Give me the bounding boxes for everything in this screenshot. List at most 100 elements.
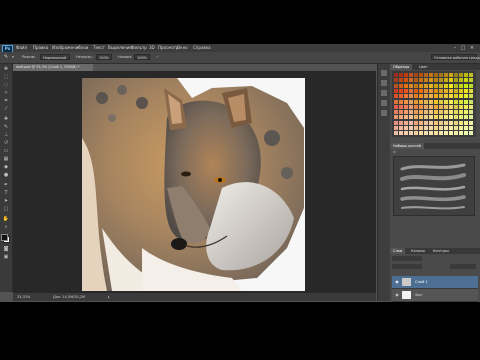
color-swatch[interactable] [439,78,443,83]
color-swatch[interactable] [444,115,448,120]
menu-image[interactable]: Изображение [52,45,81,51]
color-swatch[interactable] [439,120,443,125]
color-swatch[interactable] [404,131,408,136]
color-swatch[interactable] [404,83,408,88]
color-swatch[interactable] [449,120,453,125]
color-swatch[interactable] [459,104,463,109]
color-swatch[interactable] [454,110,458,115]
history-panel-icon[interactable] [381,70,387,76]
workspace-select[interactable]: Основная рабочая среда [431,54,480,60]
character-panel-icon[interactable] [381,100,387,106]
color-swatch[interactable] [464,78,468,83]
color-swatch[interactable] [449,73,453,77]
color-swatch[interactable] [429,110,433,115]
color-swatch[interactable] [439,94,443,99]
foreground-color-swatch[interactable] [1,234,8,241]
tab-brush-presets[interactable]: Наборы кистей [390,143,424,149]
color-swatch[interactable] [414,120,418,125]
color-swatch[interactable] [424,83,428,88]
color-swatch[interactable] [429,131,433,136]
minimize-icon[interactable]: – [452,45,458,51]
color-swatch[interactable] [459,120,463,125]
color-swatch[interactable] [469,83,473,88]
color-swatch[interactable] [469,99,473,104]
color-swatch[interactable] [429,88,433,93]
color-swatch[interactable] [394,73,398,77]
color-swatch[interactable] [409,94,413,99]
color-swatch[interactable] [439,73,443,77]
color-swatch[interactable] [444,104,448,109]
color-swatch[interactable] [454,73,458,77]
color-swatch[interactable] [469,120,473,125]
status-menu-arrow-icon[interactable]: ▸ [108,293,110,301]
color-swatch[interactable] [394,88,398,93]
layer-filter-select[interactable] [392,256,422,261]
color-swatch[interactable] [434,131,438,136]
color-swatch[interactable] [414,115,418,120]
color-swatch[interactable] [414,99,418,104]
color-swatch[interactable] [394,99,398,104]
color-swatch[interactable] [419,99,423,104]
color-swatch[interactable] [419,78,423,83]
color-swatch[interactable] [469,73,473,77]
color-swatch[interactable] [394,78,398,83]
color-swatch[interactable] [469,94,473,99]
color-swatch[interactable] [414,83,418,88]
color-swatch[interactable] [419,94,423,99]
color-swatch[interactable] [419,104,423,109]
color-swatch[interactable] [449,104,453,109]
color-swatch[interactable] [454,126,458,130]
color-swatch[interactable] [399,120,403,125]
color-swatch[interactable] [409,78,413,83]
color-swatch[interactable] [409,115,413,120]
color-swatch[interactable] [429,73,433,77]
color-swatch[interactable] [444,88,448,93]
color-swatch[interactable] [459,131,463,136]
menu-3d[interactable]: 3D [149,45,155,51]
color-swatch[interactable] [464,126,468,130]
blend-mode-select[interactable] [392,264,422,269]
color-swatch[interactable] [404,73,408,77]
color-swatch[interactable] [424,126,428,130]
eye-icon[interactable]: ◉ [394,289,400,301]
color-swatch[interactable] [459,78,463,83]
color-swatch[interactable] [434,120,438,125]
document-tab[interactable]: wolf.psd @ 33,3% (Слой 1, RGB/8) * [13,64,93,71]
color-swatch[interactable] [459,126,463,130]
color-swatch[interactable] [444,110,448,115]
color-swatch[interactable] [404,110,408,115]
color-swatch[interactable] [464,73,468,77]
color-swatch[interactable] [439,115,443,120]
color-swatch[interactable] [449,131,453,136]
layer-row[interactable]: ◉ Слой 1 [392,276,478,289]
tab-layers[interactable]: Слои [390,248,406,254]
color-swatch[interactable] [419,83,423,88]
move-tool-icon[interactable]: ✥ [2,66,10,72]
color-swatch[interactable] [414,73,418,77]
paragraph-panel-icon[interactable] [381,110,387,116]
menu-help[interactable]: Справка [193,45,211,51]
color-swatch[interactable] [449,83,453,88]
color-swatch[interactable] [454,78,458,83]
color-swatch[interactable] [469,115,473,120]
swatches-grid[interactable] [392,71,476,137]
color-swatch[interactable] [404,78,408,83]
color-swatch[interactable] [434,83,438,88]
color-swatch[interactable] [409,126,413,130]
menu-filter[interactable]: Фильтр [131,45,147,51]
color-swatch[interactable] [429,126,433,130]
quick-select-tool-icon[interactable]: ✧ [2,90,10,96]
tab-channels[interactable]: Каналы [408,248,428,254]
color-swatch[interactable] [404,94,408,99]
color-swatch[interactable] [409,83,413,88]
color-swatch[interactable] [459,73,463,77]
mode-select[interactable]: Нормальный [40,54,70,60]
opacity-field[interactable]: 100% [96,54,112,60]
color-swatch[interactable] [414,131,418,136]
color-swatch[interactable] [444,73,448,77]
canvas-area[interactable] [13,71,376,293]
color-swatch[interactable] [464,115,468,120]
color-swatch[interactable] [414,78,418,83]
color-swatch[interactable] [449,126,453,130]
color-swatch[interactable] [464,94,468,99]
